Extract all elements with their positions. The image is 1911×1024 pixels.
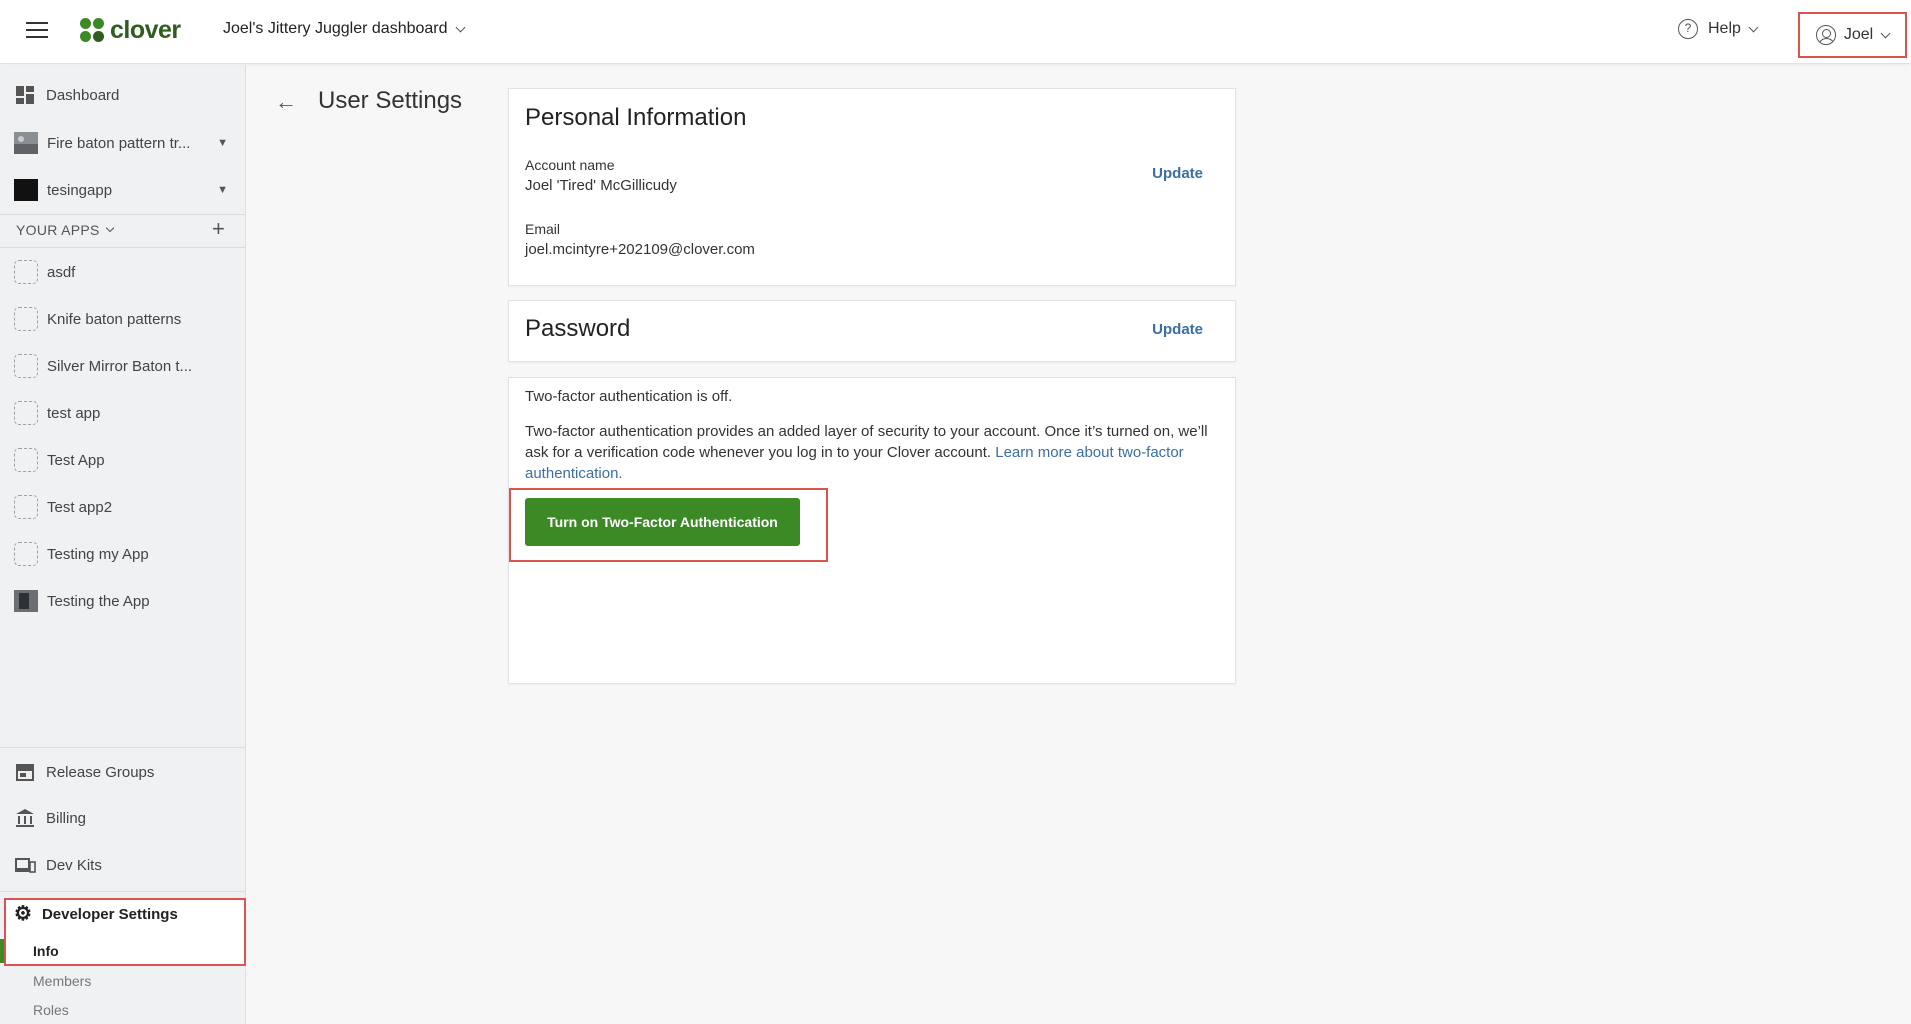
- app-thumbnail: [14, 590, 38, 612]
- update-password-button[interactable]: Update: [1152, 321, 1203, 338]
- sidebar-item-label: tesingapp: [47, 181, 113, 199]
- help-label: Help: [1708, 20, 1741, 37]
- sidebar-item-label: Dashboard: [46, 86, 120, 104]
- sidebar-item-label: Billing: [46, 809, 87, 827]
- card-heading: Personal Information: [525, 104, 747, 131]
- sidebar-item-billing[interactable]: Billing: [0, 798, 246, 838]
- bank-icon: [16, 809, 34, 827]
- active-indicator: [0, 939, 4, 963]
- app-placeholder-icon: [14, 448, 38, 472]
- account-name-value: Joel 'Tired' McGillicudy: [525, 177, 677, 194]
- pin-icon[interactable]: ▼: [217, 137, 228, 149]
- app-label: Testing the App: [47, 592, 150, 610]
- card-heading: Password: [525, 315, 631, 342]
- app-item[interactable]: Silver Mirror Baton t...: [0, 346, 246, 386]
- personal-information-card: Personal Information Account name Joel '…: [508, 88, 1236, 286]
- chevron-down-icon: [1880, 28, 1891, 38]
- turn-on-two-factor-button[interactable]: Turn on Two-Factor Authentication: [525, 498, 800, 546]
- sidebar-subitem-info[interactable]: Info: [33, 943, 59, 959]
- user-avatar-icon: [1815, 25, 1836, 45]
- two-factor-description: Two-factor authentication provides an ad…: [525, 421, 1225, 484]
- page-title: User Settings: [318, 87, 463, 114]
- sidebar-item-developer-settings[interactable]: ⚙ Developer Settings: [14, 899, 178, 929]
- sidebar-item-dashboard[interactable]: Dashboard: [0, 75, 246, 115]
- store-icon: [16, 764, 34, 781]
- help-menu[interactable]: ? Help: [1678, 19, 1759, 39]
- user-label: Joel: [1843, 26, 1874, 43]
- app-thumbnail: [14, 132, 38, 154]
- user-menu[interactable]: Joel: [1798, 12, 1907, 58]
- email-label: Email: [525, 221, 561, 237]
- divider: [0, 214, 246, 215]
- app-placeholder-icon: [14, 307, 38, 331]
- app-label: Testing my App: [47, 545, 149, 563]
- divider: [0, 747, 246, 748]
- divider: [0, 891, 246, 892]
- dashboard-selector[interactable]: Joel's Jittery Juggler dashboard: [223, 20, 465, 38]
- app-label: Test app2: [47, 498, 113, 516]
- sidebar-item-release-groups[interactable]: Release Groups: [0, 752, 246, 792]
- dashboard-title: Joel's Jittery Juggler dashboard: [223, 20, 448, 37]
- password-card: Password Update: [508, 300, 1236, 362]
- your-apps-toggle[interactable]: YOUR APPS: [16, 222, 114, 238]
- app-item[interactable]: asdf: [0, 252, 246, 292]
- app-label: Knife baton patterns: [47, 310, 182, 328]
- sidebar-item-label: Release Groups: [46, 763, 155, 781]
- account-name-label: Account name: [525, 157, 615, 173]
- app-label: Silver Mirror Baton t...: [47, 357, 193, 375]
- sidebar-item-label: Dev Kits: [46, 856, 102, 874]
- app-label: Test App: [47, 451, 105, 469]
- logo-text: clover: [110, 16, 181, 44]
- menu-icon[interactable]: [26, 22, 48, 40]
- add-app-icon[interactable]: +: [212, 218, 225, 240]
- app-item[interactable]: Test app2: [0, 487, 246, 527]
- sidebar-item-fire-baton[interactable]: Fire baton pattern tr... ▼: [0, 123, 246, 163]
- app-placeholder-icon: [14, 260, 38, 284]
- help-icon: ?: [1678, 19, 1698, 39]
- gear-icon: ⚙: [14, 903, 32, 925]
- sidebar-item-label: Developer Settings: [41, 905, 178, 923]
- app-label: asdf: [47, 263, 76, 281]
- app-placeholder-icon: [14, 354, 38, 378]
- devices-icon: [15, 858, 36, 873]
- app-thumbnail: [14, 179, 38, 201]
- chevron-down-icon: [1748, 22, 1759, 32]
- app-placeholder-icon: [14, 495, 38, 519]
- sidebar-item-tesingapp[interactable]: tesingapp ▼: [0, 170, 246, 210]
- sidebar-subitem-roles[interactable]: Roles: [33, 1002, 69, 1018]
- clover-logo[interactable]: clover: [80, 16, 181, 45]
- sidebar-subitem-members[interactable]: Members: [33, 973, 91, 989]
- app-label: test app: [47, 404, 101, 422]
- app-placeholder-icon: [14, 542, 38, 566]
- chevron-down-icon: [455, 22, 465, 32]
- sidebar: Dashboard Fire baton pattern tr... ▼ tes…: [0, 65, 246, 1024]
- clover-leaf-icon: [80, 17, 106, 44]
- app-item[interactable]: Knife baton patterns: [0, 299, 246, 339]
- sidebar-item-dev-kits[interactable]: Dev Kits: [0, 845, 246, 885]
- email-value: joel.mcintyre+202109@clover.com: [525, 241, 755, 258]
- your-apps-label: YOUR APPS: [16, 222, 100, 238]
- pin-icon[interactable]: ▼: [217, 184, 228, 196]
- update-account-name-button[interactable]: Update: [1152, 165, 1203, 182]
- dashboard-icon: [16, 86, 34, 104]
- chevron-down-icon: [105, 223, 114, 233]
- two-factor-card: Two-factor authentication is off. Two-fa…: [508, 377, 1236, 684]
- app-item[interactable]: test app: [0, 393, 246, 433]
- sidebar-item-label: Fire baton pattern tr...: [47, 134, 191, 152]
- top-bar: clover Joel's Jittery Juggler dashboard …: [0, 0, 1911, 64]
- divider: [0, 247, 246, 248]
- two-factor-status: Two-factor authentication is off.: [525, 388, 733, 405]
- app-item[interactable]: Test App: [0, 440, 246, 480]
- app-item[interactable]: Testing the App: [0, 581, 246, 621]
- app-placeholder-icon: [14, 401, 38, 425]
- app-item[interactable]: Testing my App: [0, 534, 246, 574]
- back-arrow-icon[interactable]: ←: [275, 89, 297, 115]
